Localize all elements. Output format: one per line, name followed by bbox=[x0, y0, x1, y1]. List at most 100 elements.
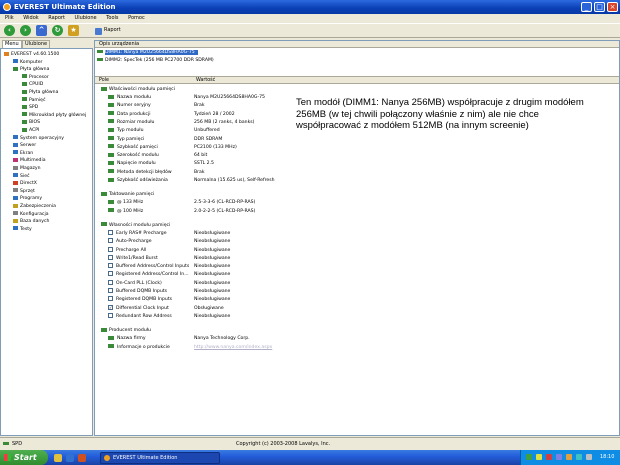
field-vendor[interactable]: Informacje o produkcie bbox=[108, 344, 170, 352]
field-features[interactable]: ✓ Differential Clock Input bbox=[108, 304, 169, 313]
tree-item[interactable]: Sieć bbox=[13, 173, 30, 180]
field-label: Data produkcji bbox=[117, 111, 151, 117]
task-button-everest[interactable]: EVEREST Ultimate Edition bbox=[100, 452, 220, 464]
tray-icon[interactable] bbox=[556, 454, 562, 460]
field-features[interactable]: Registered Address/Control In... bbox=[108, 271, 189, 279]
menu-help[interactable]: Pomoc bbox=[128, 15, 145, 21]
field-features[interactable]: On-Card PLL (Clock) bbox=[108, 279, 162, 288]
speaker-icon[interactable] bbox=[586, 454, 592, 460]
tree-item[interactable]: Ekran bbox=[13, 150, 33, 157]
menu-favorites[interactable]: Ulubione bbox=[75, 15, 97, 21]
column-field[interactable]: Pole bbox=[99, 77, 109, 84]
tree-item[interactable]: Płyta główna bbox=[13, 66, 49, 73]
report-button[interactable]: Raport bbox=[104, 26, 121, 35]
menu-file[interactable]: Plik bbox=[5, 15, 14, 21]
field-props[interactable]: Numer seryjny bbox=[108, 102, 151, 110]
tray-icon[interactable] bbox=[566, 454, 572, 460]
tree-item[interactable]: EVEREST v4.60.1500 bbox=[4, 51, 59, 58]
tray-icon[interactable] bbox=[526, 454, 532, 460]
tree-item[interactable]: Baza danych bbox=[13, 218, 49, 225]
field-props[interactable]: Szybkość odświeżania bbox=[108, 177, 168, 185]
menu-view[interactable]: Widok bbox=[23, 15, 38, 21]
section-header-features[interactable]: Własności modułu pamięci bbox=[101, 222, 170, 230]
memory-icon bbox=[108, 127, 114, 132]
device-item-dimm2[interactable]: DIMM2: SpecTek (256 MB PC2700 DDR SDRAM) bbox=[97, 57, 214, 64]
product-link[interactable]: http://www.nanya.com/index.aspx bbox=[194, 344, 272, 352]
memory-icon bbox=[101, 222, 107, 227]
tree-item[interactable]: Testy bbox=[13, 226, 32, 233]
tree-item[interactable]: CPUID bbox=[22, 81, 43, 88]
field-props[interactable]: Nazwa modułu bbox=[108, 94, 151, 102]
field-props[interactable]: Metoda detekcji błędów bbox=[108, 169, 172, 177]
tray-icon[interactable] bbox=[576, 454, 582, 460]
tree-item[interactable]: Zabezpieczenia bbox=[13, 203, 56, 210]
field-props[interactable]: Typ modułu bbox=[108, 127, 144, 135]
field-props[interactable]: Napięcie modułu bbox=[108, 160, 156, 168]
field-props[interactable]: Szybkość pamięci bbox=[108, 144, 158, 152]
tree-item-label: Testy bbox=[20, 226, 32, 232]
tree-node-icon bbox=[13, 188, 18, 193]
menu-report[interactable]: Raport bbox=[48, 15, 65, 21]
checkbox-icon bbox=[108, 263, 113, 269]
section-header-props[interactable]: Właściwości modułu pamięci bbox=[101, 86, 175, 94]
tree-item[interactable]: Komputer bbox=[13, 59, 42, 66]
menu-tools[interactable]: Tools bbox=[106, 15, 118, 21]
field-vendor[interactable]: Nazwa firmy bbox=[108, 335, 146, 343]
section-header-timing[interactable]: Taktowanie pamięci bbox=[101, 191, 154, 199]
forward-icon[interactable]: › bbox=[20, 25, 31, 36]
tree-item[interactable]: Sprzęt bbox=[13, 188, 35, 195]
device-item-dimm1[interactable]: DIMM1: Nanya M2U25664DS8HA0G-75 bbox=[97, 49, 198, 56]
tab-favorites[interactable]: Ulubione bbox=[22, 40, 51, 48]
tab-menu[interactable]: Menu bbox=[2, 40, 22, 48]
tree-item[interactable]: ACPI bbox=[22, 127, 39, 134]
tree-item[interactable]: Procesor bbox=[22, 74, 49, 81]
tree-item[interactable]: System operacyjny bbox=[13, 135, 64, 142]
quicklaunch-icon[interactable] bbox=[54, 454, 62, 462]
field-features[interactable]: Buffered Address/Control Inputs bbox=[108, 263, 189, 271]
tree-item[interactable]: Pamięć bbox=[22, 97, 45, 104]
memory-icon bbox=[108, 169, 114, 174]
close-button[interactable]: × bbox=[607, 2, 618, 12]
tree-item[interactable]: Płyta główna bbox=[22, 89, 58, 96]
field-props[interactable]: Rozmiar modułu bbox=[108, 119, 154, 127]
tray-icon[interactable] bbox=[546, 454, 552, 460]
tree-item[interactable]: SPD bbox=[22, 104, 38, 111]
maximize-button[interactable]: □ bbox=[594, 2, 605, 12]
field-features[interactable]: Auto-Precharge bbox=[108, 238, 152, 246]
tree-item[interactable]: Serwer bbox=[13, 142, 36, 149]
tree-item[interactable]: BIOS bbox=[22, 119, 40, 126]
field-props[interactable]: Data produkcji bbox=[108, 111, 151, 119]
field-features[interactable]: Buffered DQMB Inputs bbox=[108, 288, 167, 296]
app-icon[interactable] bbox=[3, 3, 11, 11]
field-features[interactable]: Precharge All bbox=[108, 246, 146, 255]
tray-icon[interactable] bbox=[536, 454, 542, 460]
device-label: DIMM2: SpecTek (256 MB PC2700 DDR SDRAM) bbox=[105, 58, 214, 63]
field-features[interactable]: Write1/Read Burst bbox=[108, 254, 158, 263]
field-features[interactable]: Redundant Row Address bbox=[108, 312, 172, 321]
field-features[interactable]: Early RAS# Precharge bbox=[108, 229, 167, 238]
back-icon[interactable]: ‹ bbox=[4, 25, 15, 36]
tree-item[interactable]: DirectX bbox=[13, 180, 37, 187]
task-label: EVEREST Ultimate Edition bbox=[113, 455, 178, 461]
favorites-icon[interactable]: ★ bbox=[68, 25, 79, 36]
field-timing[interactable]: @ 100 MHz bbox=[108, 208, 143, 216]
tree-item[interactable]: Mikroukład płyty głównej bbox=[22, 112, 86, 119]
column-value[interactable]: Wartość bbox=[196, 77, 215, 84]
field-props[interactable]: Szerokość modułu bbox=[108, 152, 159, 160]
tree-item[interactable]: Magazyn bbox=[13, 165, 41, 172]
field-props[interactable]: Typ pamięci bbox=[108, 136, 144, 144]
tree-item[interactable]: Multimedia bbox=[13, 157, 46, 164]
tree-item-label: Płyta główna bbox=[29, 90, 59, 95]
section-header-vendor[interactable]: Producent modułu bbox=[101, 327, 151, 335]
field-features[interactable]: Registered DQMB Inputs bbox=[108, 296, 172, 304]
minimize-button[interactable]: _ bbox=[581, 2, 592, 12]
quicklaunch-icon[interactable] bbox=[78, 454, 86, 462]
up-icon[interactable]: ^ bbox=[36, 25, 47, 36]
left-tabs: Menu Ulubione bbox=[0, 40, 92, 48]
tree-item[interactable]: Konfiguracja bbox=[13, 211, 49, 218]
field-timing[interactable]: @ 133 MHz bbox=[108, 199, 143, 207]
quicklaunch-icon[interactable] bbox=[66, 454, 74, 462]
refresh-icon[interactable]: ↻ bbox=[52, 25, 63, 36]
tree-item[interactable]: Programy bbox=[13, 195, 42, 202]
status-bar: SPD Copyright (c) 2003-2008 Lavalys, Inc… bbox=[0, 437, 620, 450]
